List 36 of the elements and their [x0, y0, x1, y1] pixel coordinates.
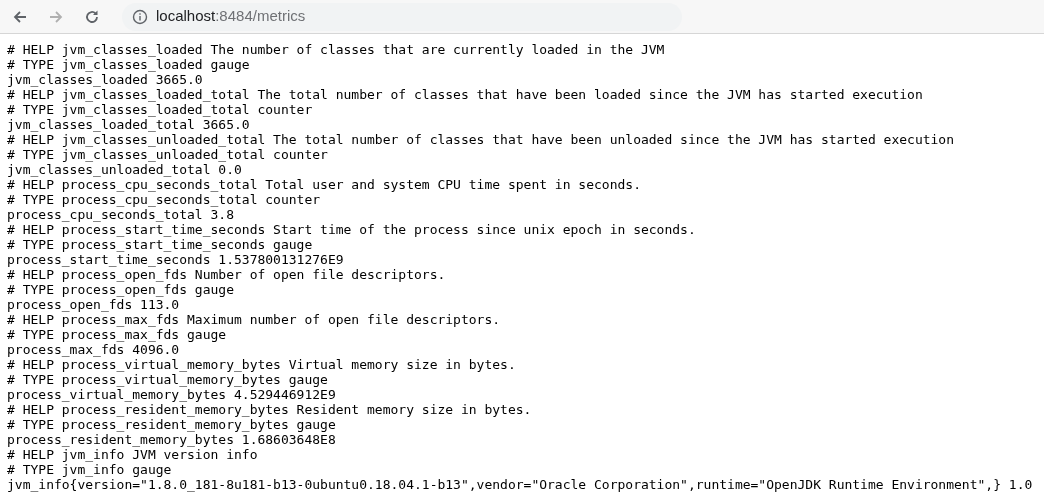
metric-line: process_max_fds 4096.0: [7, 342, 180, 357]
metric-line: # TYPE process_open_fds gauge: [7, 282, 234, 297]
metric-line: process_virtual_memory_bytes 4.529446912E9: [7, 387, 336, 402]
metric-line: # TYPE process_max_fds gauge: [7, 327, 227, 342]
address-bar[interactable]: localhost:8484/metrics: [122, 2, 682, 31]
metric-line: # HELP process_start_time_seconds Start time of the process since unix epoch in seconds.: [7, 222, 696, 237]
metric-line: # TYPE jvm_info gauge: [7, 462, 172, 477]
metric-line: # TYPE process_cpu_seconds_total counter: [7, 192, 321, 207]
metric-line: # TYPE process_virtual_memory_bytes gauge: [7, 372, 328, 387]
metric-line: # TYPE jvm_classes_unloaded_total counter: [7, 147, 328, 162]
url-text: localhost:8484/metrics: [156, 6, 306, 27]
metric-line: # TYPE jvm_classes_loaded gauge: [7, 57, 250, 72]
metric-line: # HELP process_max_fds Maximum number of open file descriptors.: [7, 312, 501, 327]
back-icon: [12, 8, 28, 25]
forward-icon: [48, 8, 64, 25]
reload-icon: [84, 8, 100, 25]
metric-line: process_cpu_seconds_total 3.8: [7, 207, 234, 222]
metric-line: jvm_classes_loaded 3665.0: [7, 72, 203, 87]
metric-line: # TYPE jvm_classes_loaded_total counter: [7, 102, 313, 117]
metric-line: # TYPE process_start_time_seconds gauge: [7, 237, 313, 252]
metric-line: jvm_classes_loaded_total 3665.0: [7, 117, 250, 132]
metric-line: jvm_classes_unloaded_total 0.0: [7, 162, 242, 177]
metric-line: # HELP jvm_classes_loaded_total The total number of classes that have been loaded since the JVM has started execution: [7, 87, 923, 102]
metric-line: # HELP process_cpu_seconds_total Total user and system CPU time spent in seconds.: [7, 177, 641, 192]
metric-line: # HELP process_virtual_memory_bytes Virtual memory size in bytes.: [7, 357, 516, 372]
metric-line: process_resident_memory_bytes 1.68603648E8: [7, 432, 336, 447]
metric-line: # TYPE process_resident_memory_bytes gauge: [7, 417, 336, 432]
metric-line: # HELP process_open_fds Number of open file descriptors.: [7, 267, 446, 282]
metric-line: process_open_fds 113.0: [7, 297, 180, 312]
info-icon: [132, 8, 148, 25]
metric-line: # HELP jvm_classes_unloaded_total The total number of classes that have been unloaded since the JVM has started execution: [7, 132, 955, 147]
metric-line: jvm_info{version="1.8.0_181-8u181-b13-0ubuntu0.18.04.1-b13",vendor="Oracle Corporation",runtime="OpenJDK Runtime Environment",} 1.0: [7, 477, 1033, 492]
metric-line: # HELP jvm_classes_loaded The number of classes that are currently loaded in the JVM: [7, 42, 665, 57]
metric-line: # HELP process_resident_memory_bytes Resident memory size in bytes.: [7, 402, 532, 417]
metric-line: process_start_time_seconds 1.537800131276E9: [7, 252, 344, 267]
metric-line: # HELP jvm_info JVM version info: [7, 447, 258, 462]
